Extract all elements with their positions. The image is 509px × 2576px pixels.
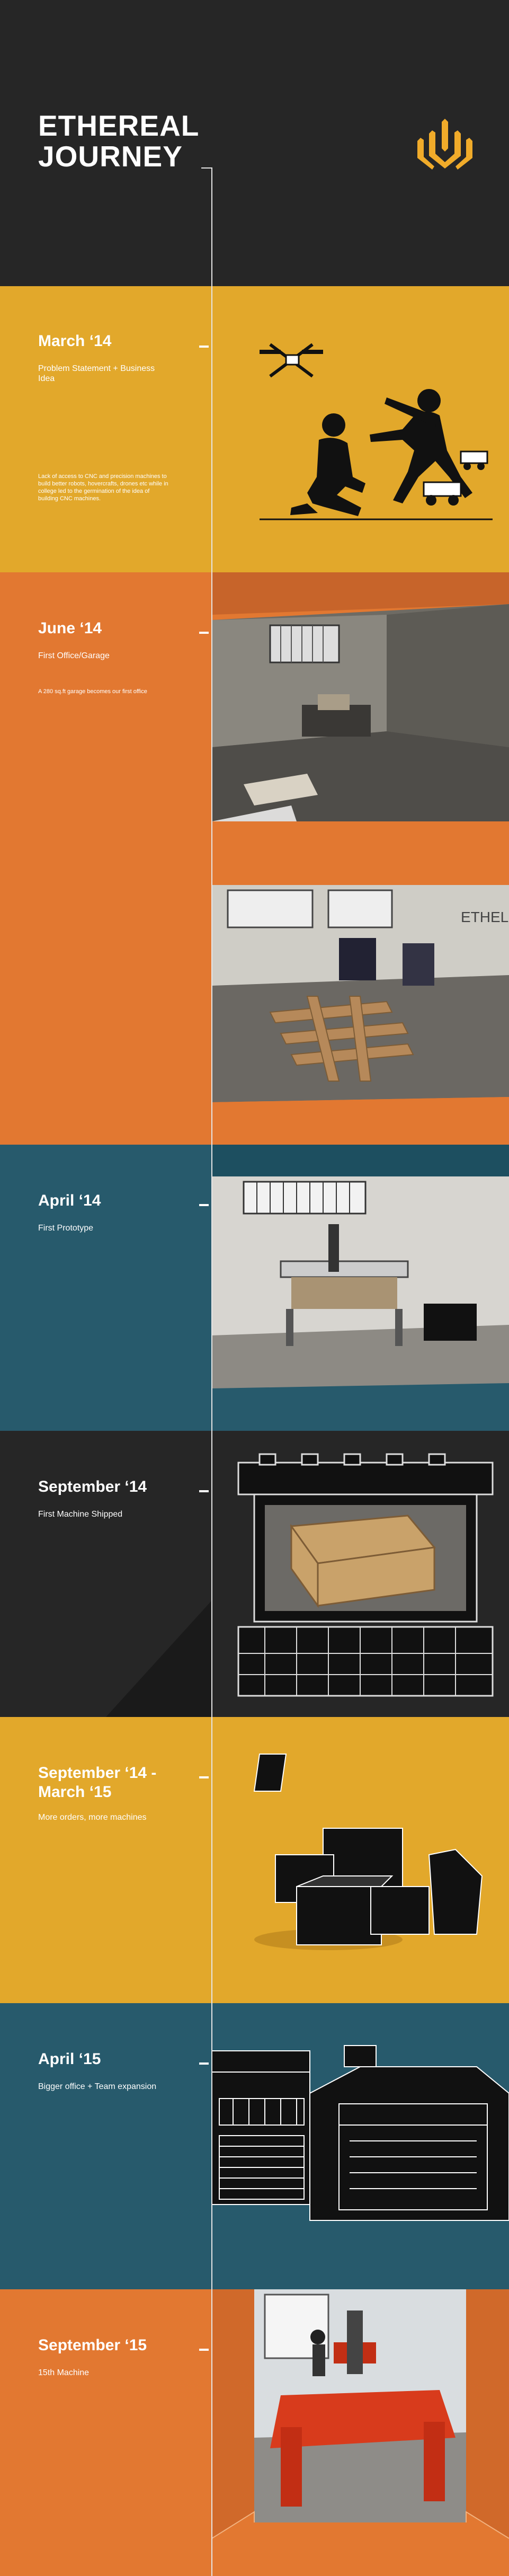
milestone-date: April ‘14 [38, 1192, 101, 1209]
milestone-date: September ‘15 [38, 2336, 147, 2354]
boxes-illustration [222, 1749, 498, 1961]
shipping-crate-photo [233, 1452, 498, 1701]
milestone-date: September ‘14 [38, 1478, 147, 1495]
milestone-march-2014: March ‘14 Problem Statement + Business I… [0, 286, 509, 572]
page-title: ETHEREAL JOURNEY [38, 110, 218, 172]
prototype-photo [212, 1145, 509, 1431]
fifteenth-machine-photo [212, 2289, 509, 2576]
timeline-tick [199, 2349, 209, 2351]
title-line-2: JOURNEY [38, 140, 183, 173]
title-line-1: ETHEREAL [38, 109, 200, 142]
students-building-robots-illustration [228, 318, 503, 551]
garage-photo [212, 572, 509, 858]
milestone-date: April ‘15 [38, 2050, 101, 2068]
milestone-description: A 280 sq.ft garage becomes our first off… [38, 688, 147, 695]
timeline-line [211, 169, 212, 2576]
background-triangle [106, 1600, 212, 1717]
timeline-tick [199, 346, 209, 348]
timeline-tick [199, 632, 209, 634]
milestone-caption: First Office/Garage [38, 651, 110, 660]
timeline-hook [201, 167, 212, 169]
svg-text:ETHEL: ETHEL [461, 909, 508, 925]
milestone-caption: First Machine Shipped [38, 1510, 123, 1519]
milestone-caption: 15th Machine [38, 2368, 90, 2377]
milestone-caption: More orders, more machines [38, 1813, 147, 1822]
timeline-tick [199, 1490, 209, 1492]
garage-photo-2: ETHEL [212, 858, 509, 1145]
milestone-date: September ‘14 - March ‘15 [38, 1764, 157, 1801]
milestone-april-2015: April ‘15 Bigger office + Team expansion [0, 2003, 509, 2289]
ethereal-logo-icon [416, 117, 474, 174]
milestone-description: Lack of access to CNC and precision mach… [38, 473, 168, 502]
timeline-tick [199, 2062, 209, 2065]
milestone-caption: Bigger office + Team expansion [38, 2082, 157, 2091]
milestone-september-2014: September ‘14 First Machine Shipped [0, 1431, 509, 1717]
milestone-caption: Problem Statement + Business Idea [38, 364, 155, 383]
milestone-date: March ‘14 [38, 332, 112, 350]
office-buildings-illustration [212, 2040, 509, 2289]
ethereal-journey-infographic: ETHEREAL JOURNEY March ‘14 Problem State… [0, 0, 509, 2576]
milestone-sept-2014-march-2015: September ‘14 - March ‘15 More orders, m… [0, 1717, 509, 2003]
timeline-tick [199, 1776, 209, 1778]
hero-section: ETHEREAL JOURNEY [0, 0, 509, 286]
milestone-september-2015: September ‘15 15th Machine [0, 2289, 509, 2576]
milestone-caption: First Prototype [38, 1224, 94, 1233]
milestone-june-2014: June ‘14 First Office/Garage A 280 sq.ft… [0, 572, 509, 1145]
timeline-tick [199, 1204, 209, 1206]
milestone-date: June ‘14 [38, 619, 102, 637]
drone-icon [260, 343, 323, 378]
milestone-april-2014: April ‘14 First Prototype [0, 1145, 509, 1431]
